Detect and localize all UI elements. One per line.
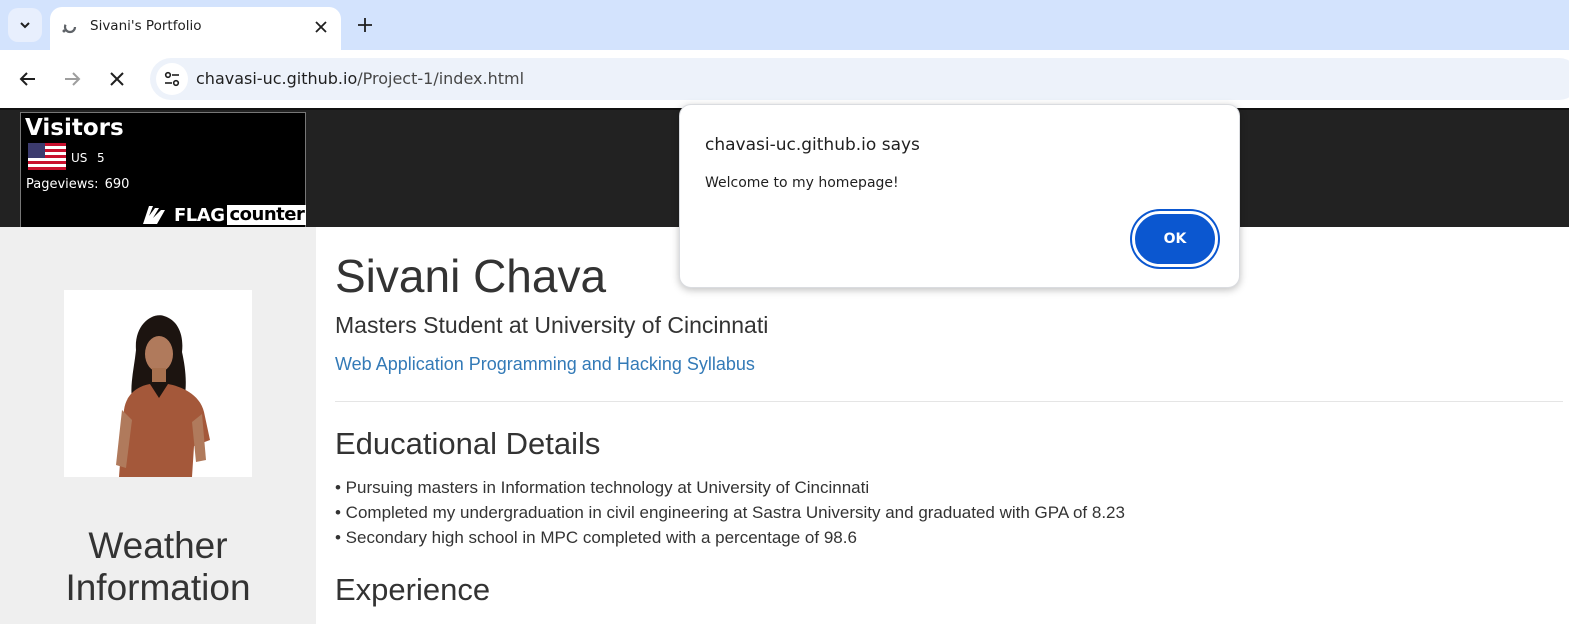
dialog-title: chavasi-uc.github.io says [705,135,920,155]
close-icon [315,21,327,33]
page-subtitle: Masters Student at University of Cincinn… [335,312,769,338]
arrow-left-icon [19,72,35,86]
syllabus-link[interactable]: Web Application Programming and Hacking … [335,354,755,375]
close-icon [110,72,124,86]
pageviews-value: 690 [104,177,130,192]
plus-icon [358,18,372,32]
flag-counter-title: Visitors [25,115,124,141]
page-title: Sivani Chava [335,250,607,302]
weather-title: Weather Information [65,525,251,608]
url-text[interactable]: chavasi-uc.github.io/Project-1/index.htm… [196,69,524,88]
flag-counter-logo: FLAG counter [141,203,307,227]
loading-favicon-icon [62,20,77,34]
ok-button[interactable]: OK [1132,211,1218,267]
new-tab-button[interactable] [352,12,378,38]
education-item: • Completed my undergraduation in civil … [335,503,1125,522]
education-item: • Pursuing masters in Information techno… [335,478,870,497]
alert-dialog: chavasi-uc.github.io says Welcome to my … [679,104,1240,288]
address-bar[interactable]: chavasi-uc.github.io/Project-1/index.htm… [150,58,1569,100]
flag-counter-mark-icon [143,206,165,224]
education-heading: Educational Details [335,426,601,461]
sidebar: Weather Information [0,227,316,624]
url-host: chavasi-uc.github.io [196,69,358,88]
site-info-button[interactable] [156,63,188,95]
experience-heading: Experience [335,572,491,607]
tab-search-button[interactable] [8,8,42,42]
logo-counter-text: counter [227,204,307,225]
logo-flag-text: FLAG [174,204,225,226]
stop-loading-button[interactable] [104,66,130,92]
divider [335,401,1563,402]
education-item: • Secondary high school in MPC completed… [335,528,857,547]
back-button[interactable] [15,66,41,92]
flag-counter-pageviews: Pageviews: 690 [26,177,129,192]
tab-strip: Sivani's Portfolio [0,0,1569,50]
tab-title: Sivani's Portfolio [90,18,202,34]
person-photo-icon [64,290,252,477]
profile-photo [64,290,252,477]
dialog-message: Welcome to my homepage! [705,175,899,191]
arrow-right-icon [65,72,81,86]
url-path: /Project-1/index.html [357,69,525,88]
tune-icon [164,71,180,87]
chevron-down-icon [20,22,30,29]
us-flag-icon [28,143,66,170]
flag-counter-widget[interactable]: Visitors US 5 Pageviews: 690 FLAG counte… [20,112,307,228]
browser-toolbar: chavasi-uc.github.io/Project-1/index.htm… [0,50,1569,108]
forward-button[interactable] [59,66,85,92]
tab-active[interactable]: Sivani's Portfolio [50,7,341,50]
pageviews-label: Pageviews: [26,177,99,192]
tab-close-button[interactable] [311,17,331,37]
flag-counter-count: 5 [97,151,105,165]
flag-counter-country: US [71,151,88,165]
education-list: • Pursuing masters in Information techno… [335,475,1125,550]
